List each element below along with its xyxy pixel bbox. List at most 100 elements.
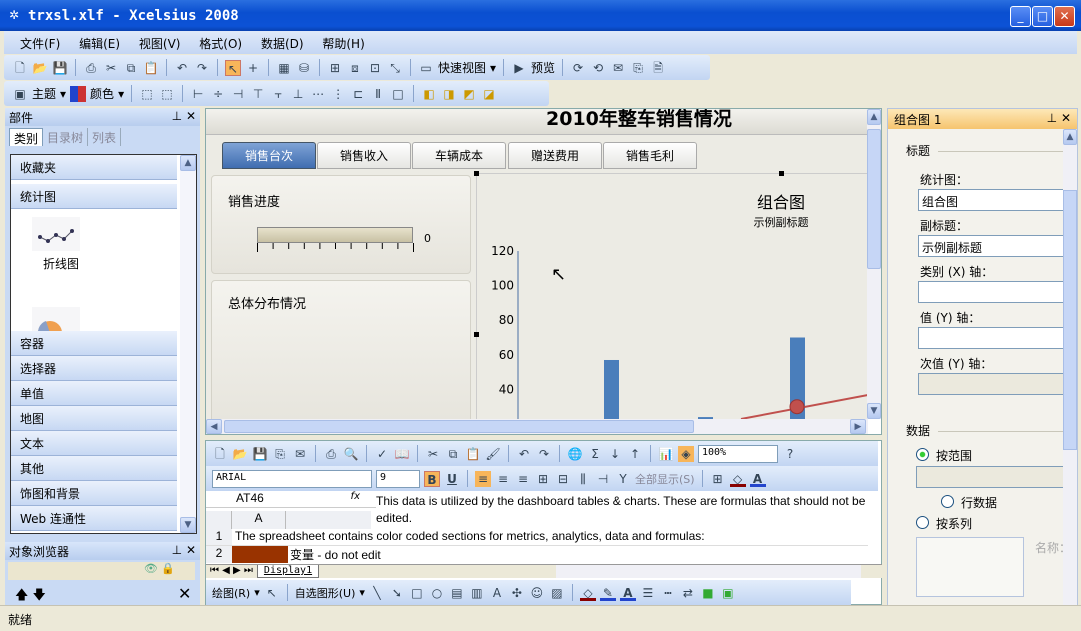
same-width-icon[interactable]: ⊏ bbox=[350, 86, 366, 102]
preview-button[interactable]: 预览 bbox=[531, 59, 555, 76]
textbox-icon[interactable]: ▤ bbox=[449, 585, 465, 601]
font-select[interactable]: ARIAL bbox=[212, 469, 372, 488]
close-icon[interactable]: ✕ bbox=[1061, 111, 1071, 125]
bold-button[interactable]: B bbox=[424, 470, 440, 487]
pie-chart-thumbnail-icon[interactable] bbox=[32, 307, 80, 331]
tab-list[interactable]: 列表 bbox=[88, 128, 122, 146]
by-series-radio[interactable] bbox=[916, 516, 929, 529]
range-input[interactable] bbox=[916, 466, 1066, 488]
email-icon[interactable]: ✉ bbox=[292, 446, 308, 462]
sort-asc-icon[interactable]: ↓ bbox=[607, 446, 623, 462]
copy-icon[interactable]: ⧉ bbox=[445, 446, 461, 462]
cell[interactable]: The spreadsheet contains color coded sec… bbox=[232, 529, 705, 545]
row-data-radio[interactable] bbox=[941, 495, 954, 508]
align-center-icon[interactable]: ÷ bbox=[210, 86, 226, 102]
align-left-icon[interactable]: ≡ bbox=[475, 470, 491, 487]
category-web-connectivity[interactable]: Web 连通性 bbox=[11, 506, 177, 531]
visibility-icon[interactable]: 👁 bbox=[144, 562, 158, 575]
canvas-hscroll[interactable]: ◀ ▶ bbox=[206, 419, 868, 434]
menu-file[interactable]: 文件(F) bbox=[20, 35, 60, 52]
tab-gross-profit[interactable]: 销售毛利 bbox=[603, 142, 697, 169]
menu-view[interactable]: 视图(V) bbox=[139, 35, 181, 52]
format-painter-icon[interactable]: 🖌 bbox=[485, 446, 501, 462]
object-browser-list[interactable]: 👁 🔒 bbox=[8, 562, 195, 580]
group-icon[interactable]: ⧈ bbox=[347, 60, 363, 76]
oval-icon[interactable]: ○ bbox=[429, 585, 445, 601]
help-icon[interactable]: ? bbox=[782, 446, 798, 462]
series-list[interactable] bbox=[916, 537, 1024, 597]
redo-icon[interactable]: ↷ bbox=[536, 446, 552, 462]
line-chart-label[interactable]: 折线图 bbox=[43, 255, 79, 272]
dash-style-icon[interactable]: ┅ bbox=[660, 585, 676, 601]
export-outlook-icon[interactable]: ✉ bbox=[610, 60, 626, 76]
group-objects-icon[interactable]: ⬚ bbox=[139, 86, 155, 102]
crosshair-icon[interactable]: + bbox=[245, 60, 261, 76]
canvas-vscroll[interactable]: ▲ ▼ bbox=[867, 109, 881, 419]
category-favorites[interactable]: 收藏夹 bbox=[11, 155, 177, 180]
align-top-icon[interactable]: ⊤ bbox=[250, 86, 266, 102]
properties-scrollbar[interactable]: ▲▼ bbox=[1063, 129, 1077, 624]
tab-gift-cost[interactable]: 赠送费用 bbox=[508, 142, 602, 169]
filter-icon[interactable]: Y bbox=[615, 471, 631, 487]
by-range-label[interactable]: 按范围 bbox=[936, 447, 972, 464]
close-icon[interactable]: ✕ bbox=[186, 543, 196, 557]
fit-icon[interactable]: ⤡ bbox=[387, 60, 403, 76]
3d-icon[interactable]: ▣ bbox=[720, 585, 736, 601]
cut-icon[interactable]: ✂ bbox=[103, 60, 119, 76]
delete-icon[interactable]: ⊣ bbox=[595, 471, 611, 487]
save-icon[interactable]: 💾 bbox=[252, 446, 268, 462]
category-charts[interactable]: 统计图 bbox=[11, 184, 177, 209]
send-backward-icon[interactable]: ◪ bbox=[481, 86, 497, 102]
drawing-icon[interactable]: ◈ bbox=[678, 445, 694, 462]
import-excel-icon[interactable]: ▦ bbox=[276, 60, 292, 76]
line-color-icon[interactable]: ✎ bbox=[599, 585, 616, 601]
show-all-button[interactable]: 全部显示(S) bbox=[635, 471, 695, 487]
align-left-icon[interactable]: ⊢ bbox=[190, 86, 206, 102]
tab-vehicle-cost[interactable]: 车辆成本 bbox=[412, 142, 506, 169]
tab-sales-revenue[interactable]: 销售收入 bbox=[317, 142, 411, 169]
copy-icon[interactable]: ⧉ bbox=[123, 60, 139, 76]
zoom-select[interactable]: 100% bbox=[698, 444, 778, 463]
pin-icon[interactable]: ⊥ bbox=[172, 109, 182, 123]
by-range-radio[interactable] bbox=[916, 448, 929, 461]
canvas-icon[interactable]: ⊡ bbox=[367, 60, 383, 76]
close-button[interactable]: ✕ bbox=[1054, 6, 1075, 27]
color-swatch-cell[interactable] bbox=[232, 546, 288, 563]
same-size-icon[interactable]: □ bbox=[390, 86, 406, 102]
space-h-icon[interactable]: ⋯ bbox=[310, 86, 326, 102]
print-icon[interactable]: ⎙ bbox=[83, 60, 99, 76]
arrow-icon[interactable]: ➘ bbox=[389, 585, 405, 601]
select-objects-icon[interactable]: ↖ bbox=[264, 585, 280, 601]
cut-icon[interactable]: ✂ bbox=[425, 446, 441, 462]
maximize-button[interactable]: □ bbox=[1032, 6, 1053, 27]
picture-icon[interactable]: ▨ bbox=[549, 585, 565, 601]
open-icon[interactable]: 📂 bbox=[32, 60, 48, 76]
align-middle-icon[interactable]: ⫟ bbox=[270, 86, 286, 102]
resize-handle[interactable] bbox=[474, 171, 479, 176]
category-text[interactable]: 文本 bbox=[11, 431, 177, 456]
close-icon[interactable]: ✕ bbox=[186, 109, 196, 123]
open-icon[interactable]: 📂 bbox=[232, 446, 248, 462]
x-axis-input[interactable] bbox=[918, 281, 1068, 303]
export-word-icon[interactable]: 🗎 bbox=[650, 60, 666, 76]
font-color-icon[interactable]: A bbox=[749, 471, 766, 487]
sheet-tab-display1[interactable]: Display1 bbox=[256, 565, 320, 578]
export-ppt-icon[interactable]: ⟲ bbox=[590, 60, 606, 76]
line-icon[interactable]: ╲ bbox=[369, 585, 385, 601]
hyperlink-icon[interactable]: 🌐 bbox=[567, 446, 583, 462]
delete-icon[interactable]: ✕ bbox=[178, 584, 191, 603]
tab-tree[interactable]: 目录树 bbox=[43, 128, 89, 146]
chevron-down-icon[interactable]: ▾ bbox=[490, 61, 496, 75]
formula-bar[interactable]: This data is utilized by the dashboard t… bbox=[376, 493, 881, 527]
category-containers[interactable]: 容器 bbox=[11, 331, 177, 356]
autosum-icon[interactable]: Σ bbox=[587, 446, 603, 462]
research-icon[interactable]: 📖 bbox=[394, 446, 410, 462]
permission-icon[interactable]: ⎘ bbox=[272, 446, 288, 462]
move-down-icon[interactable]: 🡇 bbox=[33, 588, 46, 603]
diagram-icon[interactable]: ✣ bbox=[509, 585, 525, 601]
wordart-icon[interactable]: A bbox=[489, 585, 505, 601]
vertical-textbox-icon[interactable]: ▥ bbox=[469, 585, 485, 601]
category-other[interactable]: 其他 bbox=[11, 456, 177, 481]
align-right-icon[interactable]: ≡ bbox=[515, 471, 531, 487]
menu-data[interactable]: 数据(D) bbox=[261, 35, 304, 52]
